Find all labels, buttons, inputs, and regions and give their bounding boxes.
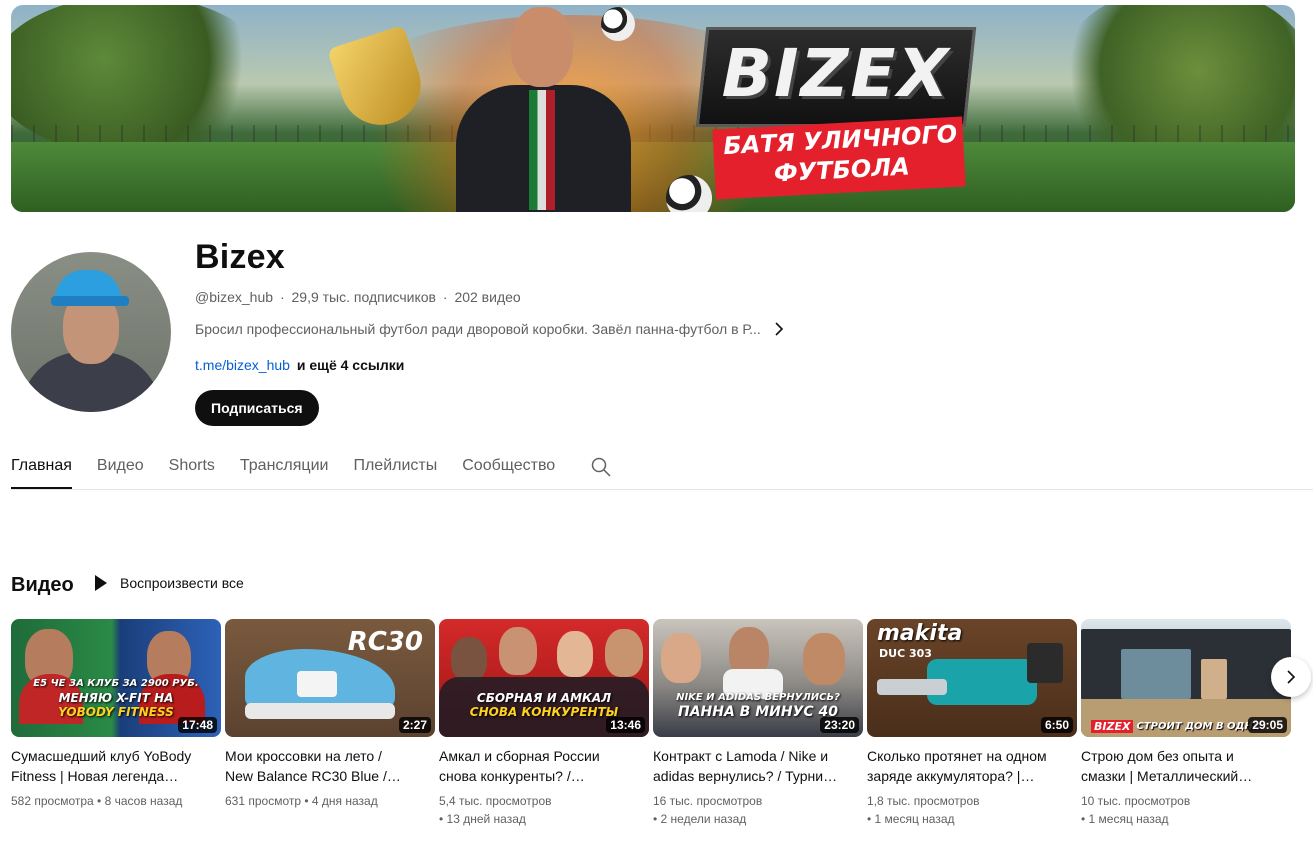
channel-meta: @bizex_hub · 29,9 тыс. подписчиков · 202… — [195, 289, 521, 305]
video-title-line: Мои кроссовки на лето / — [225, 748, 382, 764]
video-title[interactable]: Строю дом без опыта и смазки | Металличе… — [1081, 746, 1291, 786]
meta-separator: · — [279, 289, 285, 305]
video-duration: 29:05 — [1248, 717, 1287, 733]
play-all-button[interactable]: Воспроизвести все — [92, 575, 244, 591]
video-thumbnail[interactable]: СБОРНАЯ И АМКАЛ СНОВА КОНКУРЕНТЫ 13:46 — [439, 619, 649, 737]
video-meta-line: 10 тыс. просмотров — [1081, 794, 1191, 808]
video-card[interactable]: СБОРНАЯ И АМКАЛ СНОВА КОНКУРЕНТЫ 13:46 А… — [439, 619, 649, 828]
video-meta-line: • 1 месяц назад — [867, 812, 955, 826]
thumbnail-text: СБОРНАЯ И АМКАЛ — [476, 691, 612, 705]
thumbnail-text: DUC 303 — [879, 647, 932, 660]
video-title[interactable]: Контракт с Lamoda / Nike и adidas вернул… — [653, 746, 863, 786]
video-thumbnail[interactable]: RC30 2:27 — [225, 619, 435, 737]
video-title-line: снова конкуренты? /… — [439, 768, 585, 784]
video-meta-line: • 13 дней назад — [439, 812, 526, 826]
video-title-line: Сколько протянет на одном — [867, 748, 1047, 764]
tab-community[interactable]: Сообщество — [462, 447, 555, 489]
channel-avatar[interactable] — [11, 252, 171, 412]
video-meta-line: 582 просмотра • 8 часов назад — [11, 794, 183, 808]
section-title: Видео — [11, 574, 74, 596]
video-card[interactable]: NIKE И ADIDAS ВЕРНУЛИСЬ? ПАННА В МИНУС 4… — [653, 619, 863, 828]
play-icon — [95, 575, 107, 591]
channel-links: t.me/bizex_hub и ещё 4 ссылки — [195, 357, 404, 373]
video-meta-line: • 1 месяц назад — [1081, 812, 1169, 826]
channel-name: Bizex — [195, 238, 285, 276]
thumbnail-text: RC30 — [347, 627, 423, 657]
video-title-line: Строю дом без опыта и — [1081, 748, 1234, 764]
video-meta: 631 просмотр • 4 дня назад — [225, 792, 435, 810]
video-title-line: New Balance RC30 Blue /… — [225, 768, 401, 784]
video-thumbnail[interactable]: NIKE И ADIDAS ВЕРНУЛИСЬ? ПАННА В МИНУС 4… — [653, 619, 863, 737]
channel-banner: BIZEX БАТЯ УЛИЧНОГО ФУТБОЛА — [11, 5, 1295, 212]
video-thumbnail[interactable]: Е5 ЧЕ ЗА КЛУБ ЗА 2900 РУБ. МЕНЯЮ X-FIT Н… — [11, 619, 221, 737]
play-all-label: Воспроизвести все — [120, 575, 244, 591]
video-title[interactable]: Мои кроссовки на лето / New Balance RC30… — [225, 746, 435, 786]
video-thumbnail[interactable]: BIZEX СТРОИТ ДОМ В ОДНИ 29:05 — [1081, 619, 1291, 737]
video-count: 202 видео — [454, 289, 521, 305]
video-title-line: Сумасшедший клуб YoBody — [11, 748, 192, 764]
thumbnail-text: makita — [877, 621, 963, 646]
channel-tabs: Главная Видео Shorts Трансляции Плейлист… — [11, 447, 1313, 490]
video-duration: 6:50 — [1040, 717, 1073, 733]
tab-home[interactable]: Главная — [11, 447, 72, 489]
tab-live[interactable]: Трансляции — [240, 447, 329, 489]
banner-logo: BIZEX — [721, 35, 951, 112]
video-meta: 1,8 тыс. просмотров • 1 месяц назад — [867, 792, 1077, 828]
subscriber-count: 29,9 тыс. подписчиков — [291, 289, 436, 305]
chevron-right-icon[interactable] — [771, 321, 787, 337]
video-meta-line: 631 просмотр • 4 дня назад — [225, 794, 378, 808]
video-meta: 582 просмотра • 8 часов назад — [11, 792, 221, 810]
tab-videos[interactable]: Видео — [97, 447, 144, 489]
subscribe-button[interactable]: Подписаться — [195, 390, 319, 426]
thumbnail-caption: Е5 ЧЕ ЗА КЛУБ ЗА 2900 РУБ. МЕНЯЮ X-FIT Н… — [19, 677, 213, 719]
thumbnail-text: СТРОИТ ДОМ В ОДНИ — [1136, 721, 1262, 732]
ball-icon — [601, 7, 635, 41]
thumbnail-text: BIZEX — [1091, 720, 1134, 733]
channel-description-text: Бросил профессиональный футбол ради двор… — [195, 321, 761, 337]
thumbnail-text: NIKE И ADIDAS ВЕРНУЛИСЬ? — [676, 692, 840, 703]
channel-link[interactable]: t.me/bizex_hub — [195, 357, 290, 373]
video-meta: 10 тыс. просмотров • 1 месяц назад — [1081, 792, 1291, 828]
video-card[interactable]: makita DUC 303 6:50 Сколько протянет на … — [867, 619, 1077, 828]
more-links-button[interactable]: и ещё 4 ссылки — [297, 357, 404, 373]
video-card[interactable]: Е5 ЧЕ ЗА КЛУБ ЗА 2900 РУБ. МЕНЯЮ X-FIT Н… — [11, 619, 221, 810]
video-title-line: Контракт с Lamoda / Nike и — [653, 748, 829, 764]
channel-description[interactable]: Бросил профессиональный футбол ради двор… — [195, 321, 787, 337]
video-meta: 16 тыс. просмотров • 2 недели назад — [653, 792, 863, 828]
shelf-next-button[interactable] — [1271, 657, 1311, 697]
video-shelf: Е5 ЧЕ ЗА КЛУБ ЗА 2900 РУБ. МЕНЯЮ X-FIT Н… — [11, 619, 1311, 839]
search-icon[interactable] — [589, 455, 613, 479]
video-thumbnail[interactable]: makita DUC 303 6:50 — [867, 619, 1077, 737]
video-title-line: Амкал и сборная России — [439, 748, 600, 764]
video-meta-line: 16 тыс. просмотров — [653, 794, 763, 808]
thumbnail-text: Е5 ЧЕ ЗА КЛУБ ЗА 2900 РУБ. — [33, 678, 199, 689]
video-title-line: adidas вернулись? / Турни… — [653, 768, 838, 784]
video-title[interactable]: Сумасшедший клуб YoBody Fitness | Новая … — [11, 746, 221, 786]
thumbnail-caption: NIKE И ADIDAS ВЕРНУЛИСЬ? ПАННА В МИНУС 4… — [661, 691, 855, 719]
video-card[interactable]: BIZEX СТРОИТ ДОМ В ОДНИ 29:05 Строю дом … — [1081, 619, 1291, 828]
video-meta: 5,4 тыс. просмотров • 13 дней назад — [439, 792, 649, 828]
trophy-icon — [319, 24, 439, 170]
thumbnail-caption: СБОРНАЯ И АМКАЛ СНОВА КОНКУРЕНТЫ — [447, 691, 641, 719]
video-title[interactable]: Сколько протянет на одном заряде аккумул… — [867, 746, 1077, 786]
video-duration: 23:20 — [820, 717, 859, 733]
video-duration: 13:46 — [606, 717, 645, 733]
thumbnail-caption: BIZEX СТРОИТ ДОМ В ОДНИ — [1091, 720, 1261, 733]
video-card[interactable]: RC30 2:27 Мои кроссовки на лето / New Ba… — [225, 619, 435, 810]
meta-separator: · — [442, 289, 448, 305]
tab-playlists[interactable]: Плейлисты — [353, 447, 437, 489]
video-title-line: Fitness | Новая легенда… — [11, 768, 179, 784]
video-title[interactable]: Амкал и сборная России снова конкуренты?… — [439, 746, 649, 786]
channel-handle: @bizex_hub — [195, 289, 274, 305]
chevron-right-icon — [1287, 670, 1296, 684]
thumbnail-text: МЕНЯЮ X-FIT НА — [58, 691, 174, 705]
video-meta-line: 1,8 тыс. просмотров — [867, 794, 980, 808]
video-meta-line: 5,4 тыс. просмотров — [439, 794, 552, 808]
video-duration: 2:27 — [398, 717, 431, 733]
video-title-line: смазки | Металлический… — [1081, 768, 1253, 784]
video-title-line: заряде аккумулятора? |… — [867, 768, 1035, 784]
video-duration: 17:48 — [178, 717, 217, 733]
video-meta-line: • 2 недели назад — [653, 812, 747, 826]
tab-shorts[interactable]: Shorts — [169, 447, 215, 489]
